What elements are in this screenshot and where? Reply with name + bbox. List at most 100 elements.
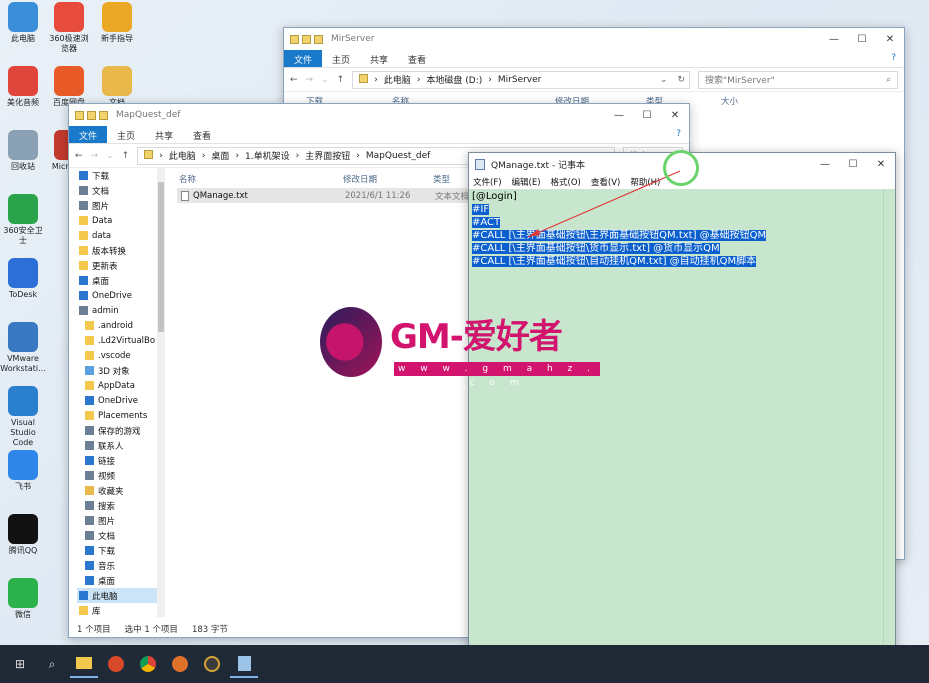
nav-item[interactable]: 搜索 [77,498,165,513]
tab-share[interactable]: 共享 [360,50,398,67]
nav-item[interactable]: 桌面 [77,273,165,288]
desktop-icon[interactable]: 百度网盘 [46,66,92,108]
app-orange-icon[interactable] [166,650,194,678]
nav-item[interactable]: .vscode [77,348,165,363]
tab-file[interactable]: 文件 [69,126,108,143]
breadcrumb-item[interactable]: 1.单机架设 [245,149,290,162]
search-input[interactable]: 搜索"MirServer" ⌕ [698,70,898,89]
nav-item[interactable]: 桌面 [77,573,165,588]
breadcrumb-item[interactable]: 本地磁盘 (D:) [426,73,482,86]
desktop-icon[interactable]: 360极速浏览器 [46,2,92,54]
nav-item[interactable]: Placements [77,408,165,423]
desktop-icon[interactable]: 回收站 [0,130,46,172]
windows-start-icon[interactable]: ⊞ [6,650,34,678]
path-dropdown-icon[interactable]: ⌄ [660,75,672,85]
breadcrumb-item[interactable]: MirServer [498,75,541,85]
title-bar[interactable]: MapQuest_def — ☐ ✕ [69,104,689,126]
down-chevron-icon[interactable]: ⌄ [321,75,329,85]
breadcrumb-item[interactable]: 此电脑 [169,149,196,162]
breadcrumb-item[interactable]: MapQuest_def [366,151,430,161]
nav-item[interactable]: 音乐 [77,558,165,573]
address-path[interactable]: › 此电脑 › 本地磁盘 (D:) › MirServer ⌄ ↻ [352,70,690,89]
help-icon[interactable]: ? [883,50,904,67]
app-clock-icon[interactable] [198,650,226,678]
nav-scrollbar-thumb[interactable] [158,182,164,332]
menu-file[interactable]: 文件(F) [473,176,502,188]
down-chevron-icon[interactable]: ⌄ [106,151,114,161]
tab-file[interactable]: 文件 [284,50,323,67]
nav-item[interactable]: 收藏夹 [77,483,165,498]
desktop-icon[interactable]: 腾讯QQ [0,514,46,556]
nav-item[interactable]: Data [77,213,165,228]
forward-arrow-icon[interactable]: → [91,151,99,161]
breadcrumb-item[interactable]: 主界面按钮 [305,149,350,162]
nav-item[interactable]: 保存的游戏 [77,423,165,438]
minimize-button[interactable]: — [811,159,839,170]
column-date[interactable]: 修改日期 [343,173,433,185]
nav-item[interactable]: .Ld2VirtualBo [77,333,165,348]
tab-share[interactable]: 共享 [145,126,183,143]
search-icon[interactable]: ⌕ [38,650,66,678]
nav-item[interactable]: 图片 [77,513,165,528]
quick-access-toolbar[interactable] [75,110,108,120]
minimize-button[interactable]: — [605,110,633,121]
back-arrow-icon[interactable]: ← [290,75,298,85]
text-editor[interactable]: [@Login] #IF #ACT #CALL [\主界面基础按钮\主界面基础按钮QM… [471,190,883,671]
file-explorer-icon[interactable] [70,650,98,678]
close-button[interactable]: ✕ [876,34,904,45]
vertical-scrollbar[interactable] [883,190,895,671]
tab-home[interactable]: 主页 [107,126,145,143]
desktop-icon[interactable]: 此电脑 [0,2,46,44]
title-bar[interactable]: MirServer — ☐ ✕ [284,28,904,50]
minimize-button[interactable]: — [820,34,848,45]
nav-item[interactable]: 文档 [77,183,165,198]
nav-item[interactable]: 库 [77,603,165,618]
nav-item[interactable]: 图片 [77,198,165,213]
tab-home[interactable]: 主页 [322,50,360,67]
tab-view[interactable]: 查看 [183,126,221,143]
nav-item[interactable]: 联系人 [77,438,165,453]
file-row[interactable]: QManage.txt 2021/6/1 11:26 文本文档 [177,188,469,203]
nav-item[interactable]: 下载 [77,543,165,558]
nav-item[interactable]: 此电脑 [77,588,165,603]
nav-item[interactable]: AppData [77,378,165,393]
desktop-icon[interactable]: Visual Studio Code [0,386,46,448]
nav-item[interactable]: 3D 对象 [77,363,165,378]
app-red-icon[interactable] [102,650,130,678]
nav-item[interactable]: 版本转换 [77,243,165,258]
breadcrumb-item[interactable]: 此电脑 [384,73,411,86]
forward-arrow-icon[interactable]: → [306,75,314,85]
up-arrow-icon[interactable]: ↑ [337,75,345,85]
column-name[interactable]: 名称 [179,173,343,185]
close-button[interactable]: ✕ [867,159,895,170]
navigation-pane[interactable]: 下载 文档 图片 Data data 版本转换 更新表 桌面 OneDrive admin .and… [77,168,165,619]
desktop-icon[interactable]: ToDesk [0,258,46,300]
desktop-icon[interactable]: 美化音频 [0,66,46,108]
desktop-icon[interactable]: 微信 [0,578,46,620]
nav-item[interactable]: data [77,228,165,243]
maximize-button[interactable]: ☐ [839,159,867,170]
up-arrow-icon[interactable]: ↑ [122,151,130,161]
desktop-icon[interactable]: 新手指导 [94,2,140,44]
nav-item[interactable]: OneDrive [77,288,165,303]
nav-scrollbar[interactable] [157,168,165,617]
nav-item[interactable]: 视频 [77,468,165,483]
help-icon[interactable]: ? [668,126,689,143]
breadcrumb-item[interactable]: 桌面 [211,149,229,162]
nav-item[interactable]: .android [77,318,165,333]
quick-access-toolbar[interactable] [290,34,323,44]
close-button[interactable]: ✕ [661,110,689,121]
nav-item[interactable]: OneDrive [77,393,165,408]
chrome-icon[interactable] [134,650,162,678]
desktop-icon[interactable]: 文档 [94,66,140,108]
nav-item[interactable]: 链接 [77,453,165,468]
column-size[interactable]: 大小 [721,95,738,107]
desktop-icon[interactable]: VMware Workstati... [0,322,46,374]
tab-view[interactable]: 查看 [398,50,436,67]
desktop-icon[interactable]: 飞书 [0,450,46,492]
nav-item[interactable]: 更新表 [77,258,165,273]
maximize-button[interactable]: ☐ [633,110,661,121]
nav-item[interactable]: admin [77,303,165,318]
notepad-icon[interactable] [230,650,258,678]
back-arrow-icon[interactable]: ← [75,151,83,161]
